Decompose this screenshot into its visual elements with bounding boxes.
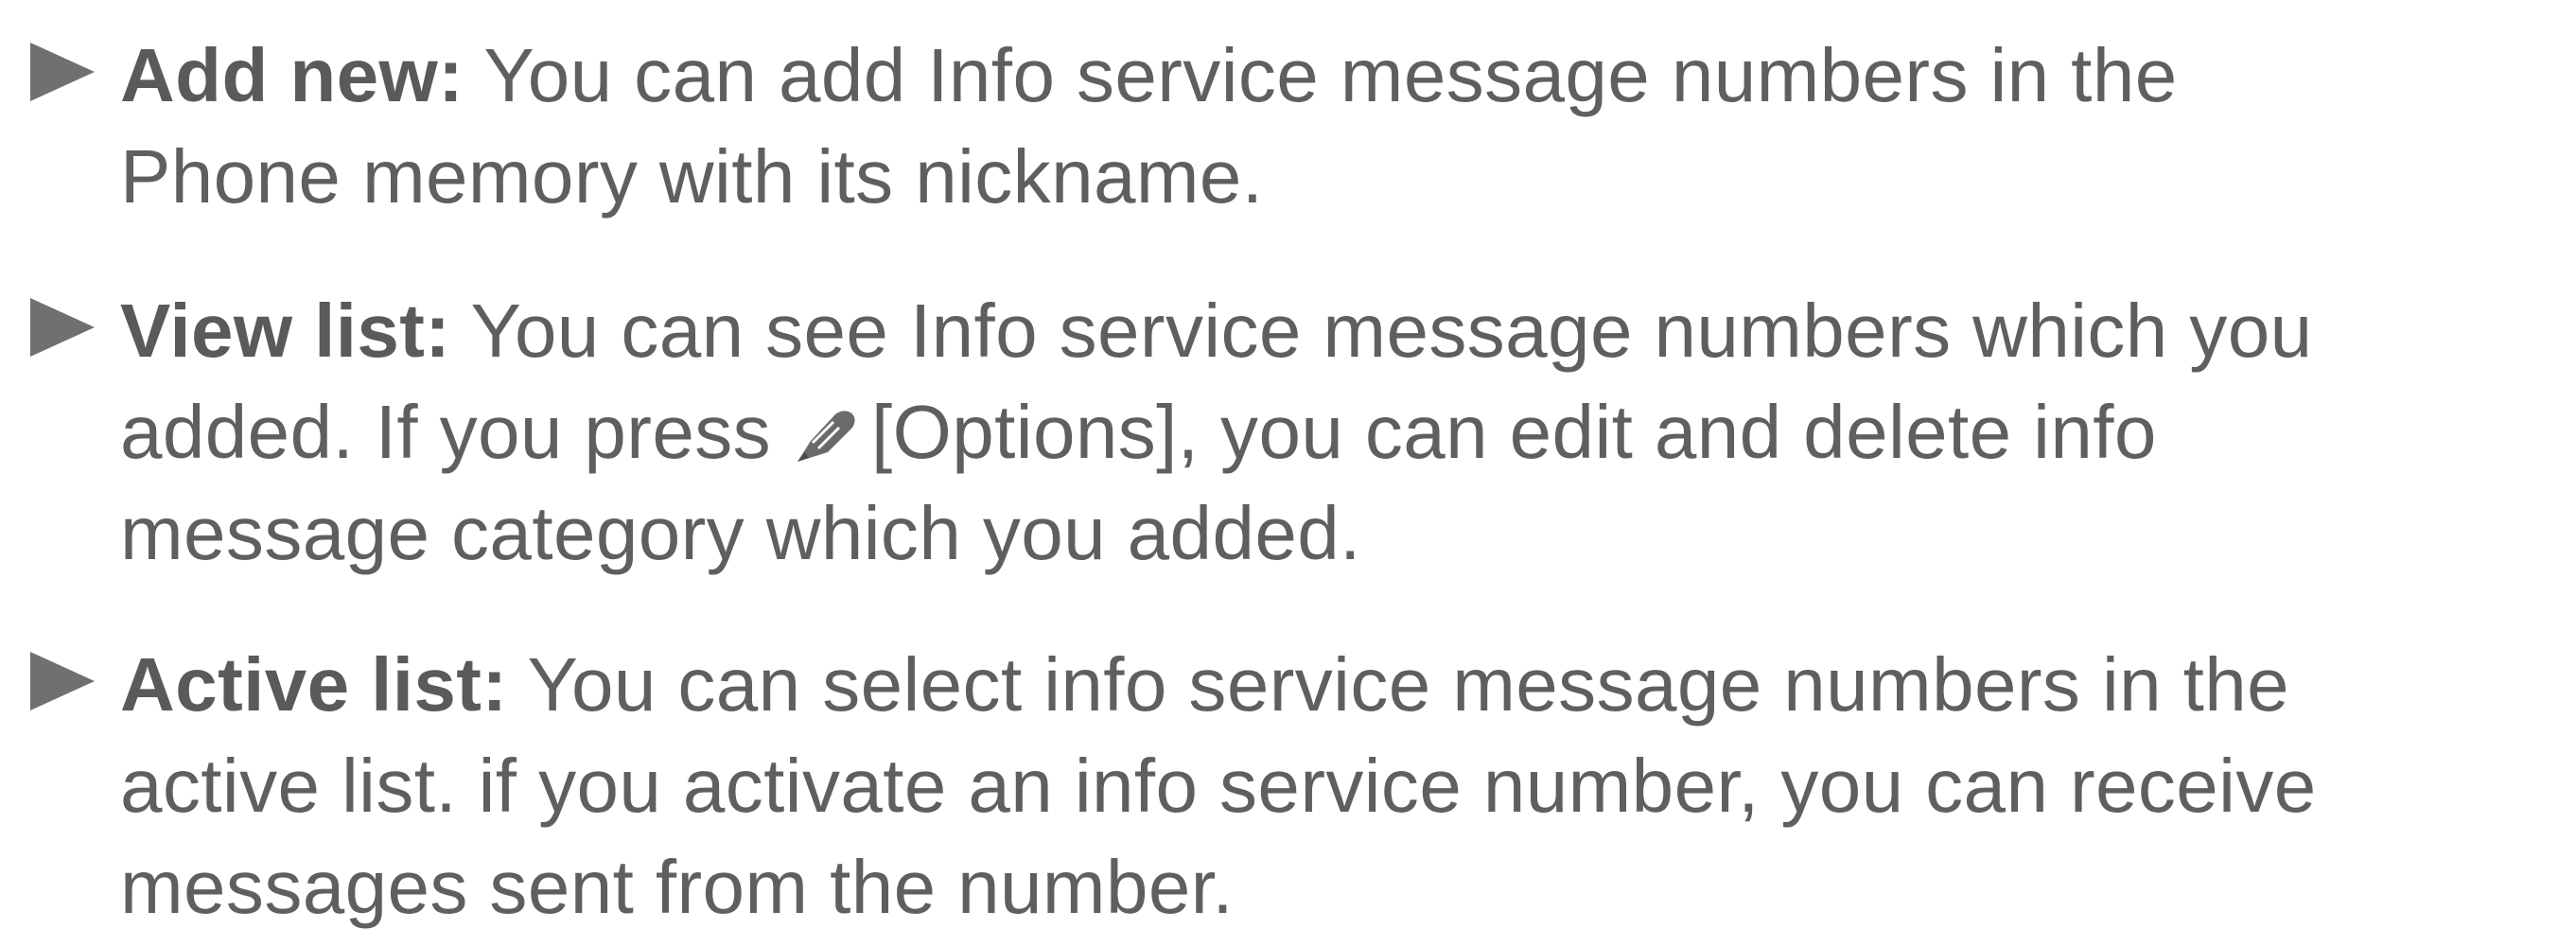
item-text: messages sent from the number. bbox=[120, 845, 1234, 929]
bullet-arrow-icon bbox=[30, 298, 95, 357]
item-term: View list: bbox=[120, 289, 451, 373]
item-text: active list. if you activate an info ser… bbox=[120, 744, 2317, 828]
item-line-2: added. If you press [Options], you can e… bbox=[120, 394, 2157, 470]
item-line-1: View list: You can see Info service mess… bbox=[120, 293, 2313, 369]
item-line-2: active list. if you activate an info ser… bbox=[120, 748, 2317, 824]
item-text: You can see Info service message numbers… bbox=[450, 289, 2313, 373]
item-line-1: Active list: You can select info service… bbox=[120, 647, 2289, 723]
item-text: [Options], you can edit and delete info bbox=[871, 390, 2157, 474]
bullet-arrow-icon bbox=[30, 652, 95, 710]
item-line-1: Add new: You can add Info service messag… bbox=[120, 38, 2178, 114]
item-text: message category which you added. bbox=[120, 491, 1361, 575]
item-line-3: messages sent from the number. bbox=[120, 850, 1234, 925]
item-text: added. If you press bbox=[120, 390, 772, 474]
item-text: Phone memory with its nickname. bbox=[120, 134, 1264, 219]
bullet-arrow-icon bbox=[30, 43, 95, 101]
item-term: Add new: bbox=[120, 33, 464, 117]
item-text: You can add Info service message numbers… bbox=[464, 33, 2178, 117]
pencil-softkey-icon bbox=[797, 411, 855, 462]
item-line-2: Phone memory with its nickname. bbox=[120, 139, 1263, 215]
item-line-3: message category which you added. bbox=[120, 496, 1361, 571]
item-text: You can select info service message numb… bbox=[507, 642, 2290, 727]
item-term: Active list: bbox=[120, 642, 508, 727]
